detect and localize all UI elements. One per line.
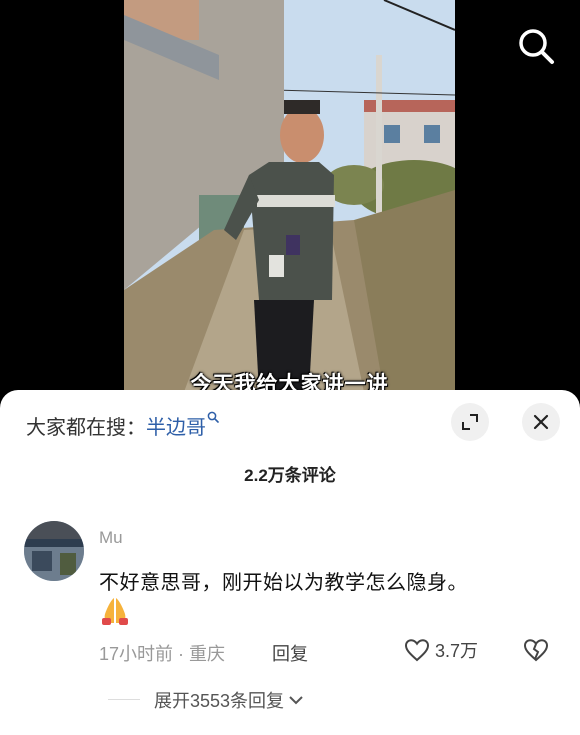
broken-heart-icon — [523, 639, 549, 662]
video-scene — [124, 0, 455, 392]
comment-count: 2.2万条评论 — [244, 466, 336, 485]
comment-text: 不好意思哥，刚开始以为教学怎么隐身。 — [99, 572, 468, 594]
search-icon — [519, 29, 554, 64]
reply-button[interactable]: 回复 — [272, 640, 308, 666]
like-count: 3.7万 — [435, 641, 479, 661]
chevron-down-icon — [289, 696, 303, 705]
search-suggestion-keyword[interactable]: 半边哥 — [146, 417, 206, 439]
expand-replies-label: 展开3553条回复 — [154, 691, 285, 711]
video-subtitle: 今天我给大家讲一讲 — [190, 373, 389, 392]
video-frame — [124, 0, 455, 392]
dislike-button[interactable] — [523, 638, 549, 667]
pray-emoji — [99, 596, 131, 626]
close-icon — [533, 414, 549, 430]
comment-time-location: 17小时前 · 重庆 — [99, 644, 226, 664]
avatar[interactable] — [24, 521, 84, 581]
comment-username[interactable]: Mu — [99, 528, 123, 548]
video-player[interactable]: 今天我给大家讲一讲 — [0, 0, 580, 392]
divider — [108, 699, 140, 700]
video-search-button[interactable] — [514, 24, 558, 68]
expand-button[interactable] — [451, 403, 489, 441]
comment-sheet: 大家都在搜：半边哥 2.2万条评论 Mu 不好意思哥，刚开始以为教学怎么隐身。 — [0, 390, 580, 735]
search-suggestion-prefix: 大家都在搜： — [26, 417, 146, 439]
search-suggestion: 大家都在搜：半边哥 — [26, 411, 219, 440]
like-button[interactable]: 3.7万 — [404, 637, 478, 663]
heart-outline-icon — [404, 639, 430, 662]
close-button[interactable] — [522, 403, 560, 441]
expand-replies-button[interactable]: 展开3553条回复 — [154, 687, 305, 713]
keyword-search-icon — [207, 411, 219, 426]
avatar-image — [24, 521, 84, 581]
expand-icon — [462, 414, 478, 430]
